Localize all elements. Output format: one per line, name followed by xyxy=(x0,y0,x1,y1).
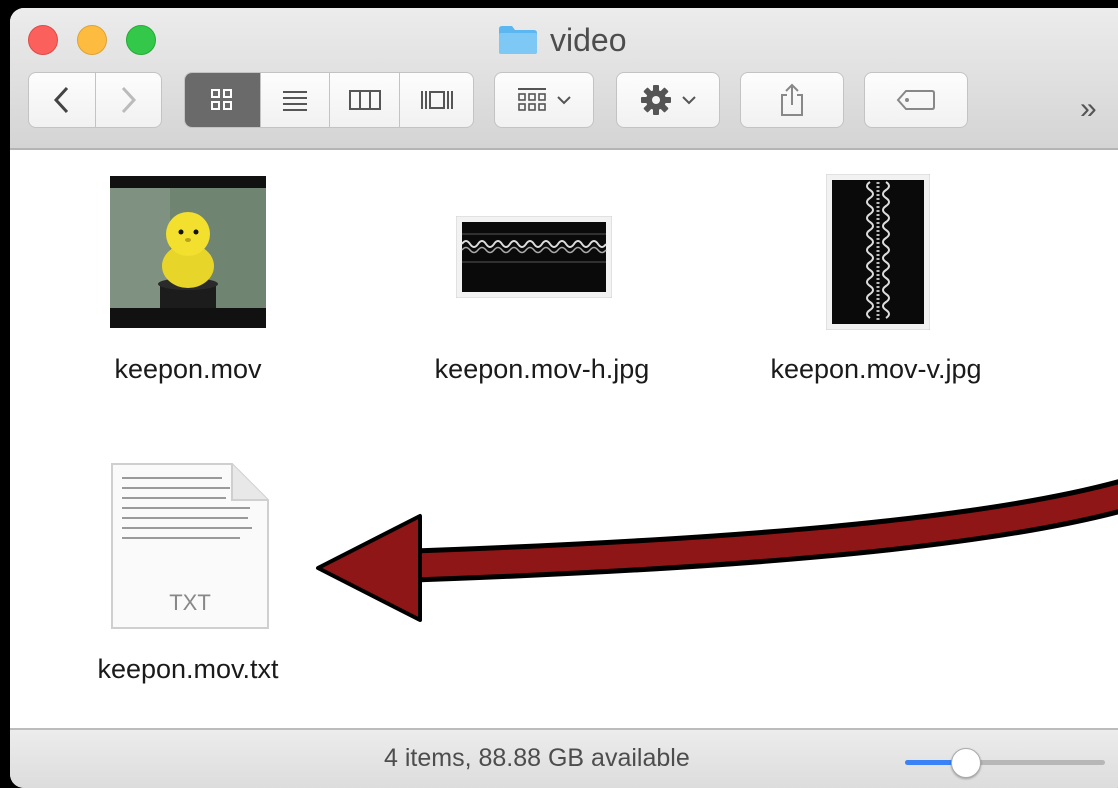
video-thumbnail xyxy=(110,176,266,328)
file-type-badge: TXT xyxy=(169,590,211,615)
file-item-keepon-mov-txt[interactable]: TXT keepon.mov.txt xyxy=(10,450,410,700)
icon-view-button[interactable] xyxy=(185,73,260,127)
chevron-down-icon xyxy=(682,96,696,105)
file-name: keepon.mov-h.jpg xyxy=(434,354,650,384)
coverflow-view-button[interactable] xyxy=(399,73,473,127)
file-name: keepon.mov xyxy=(114,354,262,384)
window-title-text: video xyxy=(550,21,627,58)
file-item-keepon-mov-h[interactable]: keepon.mov-h.jpg xyxy=(410,150,740,400)
file-name: keepon.mov-v.jpg xyxy=(770,354,982,384)
share-button[interactable] xyxy=(740,72,844,128)
view-mode-control xyxy=(184,72,474,128)
tag-button[interactable] xyxy=(864,72,968,128)
coverflow-view-icon xyxy=(420,91,453,109)
tag-icon xyxy=(896,90,935,110)
file-item-keepon-mov[interactable]: keepon.mov xyxy=(10,150,410,400)
close-button[interactable] xyxy=(28,25,58,55)
column-view-icon xyxy=(348,90,381,110)
status-text: 4 items, 88.88 GB available xyxy=(384,744,690,772)
forward-icon xyxy=(122,86,137,114)
icon-view-icon xyxy=(211,89,233,110)
vertical-slice-thumbnail xyxy=(826,174,930,330)
folder-icon xyxy=(499,26,537,54)
arrange-button[interactable] xyxy=(494,72,594,128)
gear-icon xyxy=(641,85,671,115)
chevron-down-icon xyxy=(557,96,571,105)
forward-button[interactable] xyxy=(94,73,162,127)
file-browser-area: keepon.mov keepon.mov-h.jpg keepon.mov-v… xyxy=(10,150,1118,728)
window-title: video xyxy=(498,22,627,58)
column-view-button[interactable] xyxy=(329,73,399,127)
arrange-icon xyxy=(518,88,546,111)
back-icon xyxy=(53,86,68,114)
icon-size-slider[interactable] xyxy=(905,748,1105,778)
action-button[interactable] xyxy=(616,72,720,128)
file-item-keepon-mov-v[interactable]: keepon.mov-v.jpg xyxy=(740,150,1040,400)
finder-window: video » keepon.mov keepon.mov-h.jpg keep… xyxy=(10,8,1118,788)
status-bar: 4 items, 88.88 GB available xyxy=(10,728,1118,788)
horizontal-slice-thumbnail xyxy=(456,216,612,298)
titlebar: video » xyxy=(10,8,1118,150)
share-icon xyxy=(781,83,803,116)
zoom-button[interactable] xyxy=(126,25,156,55)
back-button[interactable] xyxy=(29,73,95,127)
minimize-button[interactable] xyxy=(77,25,107,55)
slider-knob[interactable] xyxy=(951,748,981,778)
overflow-chevrons-icon[interactable]: » xyxy=(1080,94,1097,124)
list-view-button[interactable] xyxy=(259,73,330,127)
nav-buttons xyxy=(28,72,162,128)
file-name: keepon.mov.txt xyxy=(97,654,279,684)
list-view-icon xyxy=(283,91,308,111)
text-document-icon: TXT xyxy=(110,462,270,630)
